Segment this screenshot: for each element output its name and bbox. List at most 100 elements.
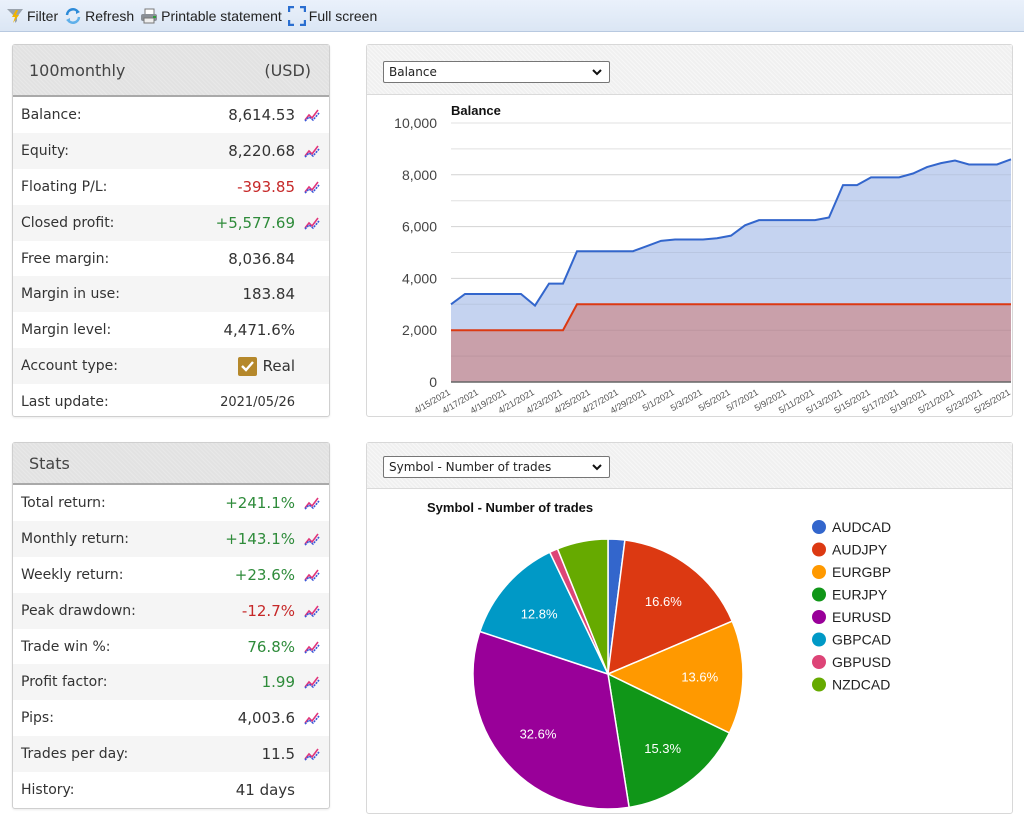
account-row-label: Balance: <box>21 106 82 123</box>
chart-link[interactable] <box>295 144 329 158</box>
chart-icon[interactable] <box>304 604 320 618</box>
chart-icon[interactable] <box>304 568 320 582</box>
chart-link[interactable] <box>295 216 329 230</box>
stats-row-value: 1.99 <box>261 673 295 692</box>
chart-link[interactable] <box>295 675 329 689</box>
chart-icon[interactable] <box>304 496 320 510</box>
legend-label: NZDCAD <box>832 677 890 693</box>
chart-icon[interactable] <box>304 144 320 158</box>
chart-type-select[interactable]: Balance <box>383 61 610 83</box>
account-rows: Balance: 8,614.53 Equity: 8,220.68 Floating … <box>13 97 329 420</box>
toolbar: Filter Refresh Printable statement Full … <box>0 0 1024 32</box>
stats-row-label: Profit factor: <box>21 674 108 691</box>
y-tick-label: 4,000 <box>402 270 437 286</box>
stats-row: History: 41 days <box>13 772 329 808</box>
pie-slice-label: 12.8% <box>521 606 558 621</box>
chart-icon[interactable] <box>304 532 320 546</box>
fullscreen-icon <box>287 5 306 26</box>
account-row: Free margin: 8,036.84 <box>13 241 329 277</box>
stats-row-value: 11.5 <box>261 745 295 764</box>
account-row-value: 8,036.84 <box>228 249 295 268</box>
stats-row: Weekly return: +23.6% <box>13 557 329 593</box>
printable-statement-button[interactable]: Printable statement <box>140 7 282 25</box>
refresh-label: Refresh <box>85 7 135 24</box>
legend-label: AUDJPY <box>832 542 888 558</box>
chart-icon[interactable] <box>304 675 320 689</box>
chart-link[interactable] <box>295 747 329 761</box>
refresh-button[interactable]: Refresh <box>64 7 134 25</box>
y-tick-label: 10,000 <box>394 115 437 131</box>
legend-marker <box>812 632 826 647</box>
chart-icon[interactable] <box>304 747 320 761</box>
account-row-value: 4,471.6% <box>223 321 295 340</box>
legend-label: AUDCAD <box>832 519 891 535</box>
account-row: Closed profit: +5,577.69 <box>13 204 329 241</box>
full-screen-button[interactable]: Full screen <box>287 5 377 26</box>
stats-row-label: Weekly return: <box>21 566 124 583</box>
chart-icon[interactable] <box>304 711 320 725</box>
legend-marker <box>812 520 826 534</box>
chart-icon[interactable] <box>304 108 320 122</box>
filter-button[interactable]: Filter <box>6 7 58 25</box>
chart-link[interactable] <box>295 568 329 582</box>
legend-marker <box>812 565 826 579</box>
stats-row: Monthly return: +143.1% <box>13 520 329 557</box>
account-name: 100monthly <box>29 60 126 80</box>
stats-row-label: History: <box>21 782 75 799</box>
chart-link[interactable] <box>295 532 329 546</box>
pie-chart-panel: Symbol - Number of trades 16.6% 13.6% 15.3… <box>366 442 1013 814</box>
stats-row-value: 76.8% <box>247 637 295 656</box>
stats-rows: Total return: +241.1% Monthly return: +143.… <box>13 485 329 808</box>
account-row-label: Free margin: <box>21 250 110 267</box>
legend-label: EURGBP <box>832 564 891 580</box>
pie-slice-label: 15.3% <box>644 741 681 756</box>
stats-panel: Stats Total return: +241.1% Monthly return… <box>12 442 330 809</box>
account-row-value: -393.85 <box>237 177 295 196</box>
pie-type-select[interactable]: Symbol - Number of trades <box>383 456 610 478</box>
stats-row-label: Total return: <box>21 494 106 511</box>
pie-type-select-value: Symbol - Number of trades <box>389 460 552 474</box>
legend-label: EURJPY <box>832 587 888 603</box>
account-row-value: 8,220.68 <box>228 141 295 160</box>
y-tick-label: 6,000 <box>402 219 437 235</box>
account-row-label: Last update: <box>21 394 109 411</box>
legend-marker <box>812 587 826 602</box>
account-row: Margin level: 4,471.6% <box>13 312 329 348</box>
chart-icon[interactable] <box>304 640 320 654</box>
chart-link[interactable] <box>295 108 329 122</box>
chevron-down-icon <box>592 464 602 471</box>
stats-row-label: Peak drawdown: <box>21 602 136 619</box>
chart-link[interactable] <box>295 496 329 510</box>
chart-link[interactable] <box>295 180 329 194</box>
printable-statement-label: Printable statement <box>161 7 282 24</box>
legend-marker <box>812 677 826 692</box>
legend-label: GBPCAD <box>832 632 891 648</box>
balance-chart-toolbar: Balance <box>367 45 1012 95</box>
account-row: Account type: Real <box>13 348 329 385</box>
chart-icon[interactable] <box>304 180 320 194</box>
pie-slice-label: 16.6% <box>645 594 682 609</box>
account-panel: 100monthly (USD) Balance: 8,614.53 Equity:… <box>12 44 330 417</box>
stats-row-label: Trade win %: <box>21 638 111 655</box>
y-tick-label: 2,000 <box>402 322 437 338</box>
chart-icon[interactable] <box>304 216 320 230</box>
legend-marker <box>812 542 826 557</box>
pie-slice-label: 13.6% <box>681 669 718 684</box>
stats-row: Pips: 4,003.6 <box>13 700 329 736</box>
balance-chart: 02,0004,0006,0008,00010,0004/15/20214/17… <box>394 103 1012 416</box>
chart-title: Symbol - Number of trades <box>427 500 593 515</box>
chart-link[interactable] <box>295 711 329 725</box>
chart-link[interactable] <box>295 640 329 654</box>
real-account-checkbox <box>237 356 257 376</box>
account-row-label: Account type: <box>21 358 118 375</box>
account-row-label: Margin in use: <box>21 286 120 303</box>
account-header: 100monthly (USD) <box>13 45 329 97</box>
balance-chart-panel: Balance 0 2,000 4,000 6,000 8,000 10,000 4/15/… <box>366 44 1013 417</box>
chart-link[interactable] <box>295 604 329 618</box>
legend-marker <box>812 610 826 624</box>
stats-row: Trade win %: 76.8% <box>13 629 329 665</box>
pie-chart: 16.6% 13.6% 15.3% 32.6% 12.8% Symbol - Number… <box>427 500 891 810</box>
chart-title: Balance <box>451 103 501 118</box>
account-row-value: Real <box>195 356 295 376</box>
account-row: Margin in use: 183.84 <box>13 276 329 313</box>
